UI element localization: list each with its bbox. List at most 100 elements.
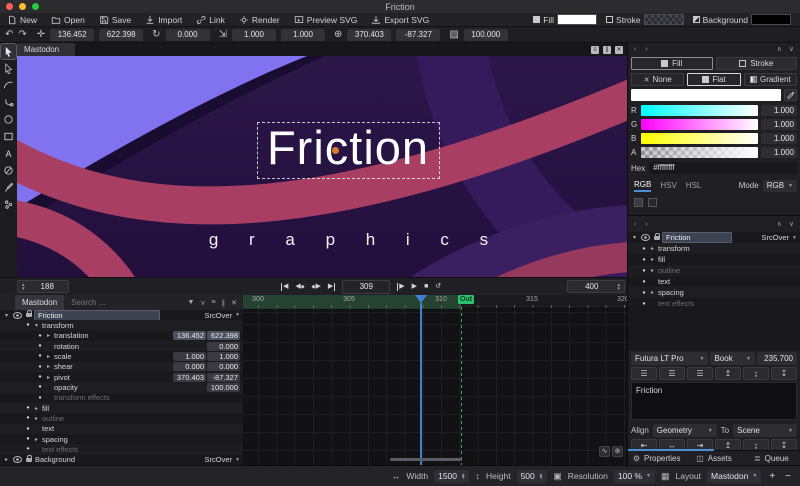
tree-row-transform-effects[interactable]: ● transform effects [0,393,243,403]
tree-row-transform[interactable]: ● ▾ transform [0,320,243,330]
pivot-point-marker[interactable] [332,147,339,154]
close-window-button[interactable] [6,3,13,10]
visibility-eye-icon[interactable] [13,456,22,463]
expand-icon[interactable]: ▸ [648,267,657,274]
tab-properties[interactable]: ⚙Properties [628,454,685,463]
timeline-ruler[interactable]: 300 305 310 315 320 [243,295,627,309]
play-button[interactable]: ▶ [412,283,417,291]
record-icon[interactable]: ● [36,343,44,349]
blend-mode-dropdown[interactable]: SrcOver▼ [762,233,797,242]
text-align-left-button[interactable]: ☰ [631,367,657,380]
collapse-icon[interactable]: ▾ [630,234,639,241]
record-icon[interactable]: ● [24,446,32,452]
blue-channel-slider[interactable] [641,133,758,144]
link-button[interactable]: Link [189,13,232,26]
current-color-swatch[interactable] [631,89,781,101]
text-valign-middle-button[interactable]: ↨ [743,367,769,380]
fill-tab[interactable]: Fill [631,57,713,70]
red-channel-slider[interactable] [641,105,758,116]
node-tool[interactable] [1,61,16,76]
sculpt-tool[interactable] [1,197,16,212]
blue-channel-value[interactable]: 1.000 [761,133,797,144]
keyframe-area[interactable]: 300 305 310 315 320 Out ∿ ⊕ [243,295,627,465]
lock-icon[interactable] [26,458,32,462]
frame-end-field[interactable]: 400 ▲▼ [567,280,625,293]
render-button[interactable]: Render [232,13,287,26]
keyframe-grid[interactable] [243,309,627,465]
alpha-channel-slider[interactable] [641,147,758,158]
close-icon[interactable]: ✕ [231,299,237,307]
record-icon[interactable]: ● [36,395,44,401]
save-button[interactable]: Save [92,13,138,26]
scale-y-field[interactable]: 1.000 [281,29,325,41]
font-size-field[interactable]: 235.700 [757,352,797,365]
zoom-icon[interactable]: ⊕ [612,446,623,457]
width-stepper[interactable]: ▲▼ [461,473,465,479]
text-content-field[interactable]: Friction [631,382,797,420]
record-icon[interactable]: ● [640,301,648,307]
collapse-up-icon[interactable]: ∧ [777,45,782,53]
eyedropper-button[interactable] [784,89,797,101]
value-field[interactable]: 1.000 [173,352,206,361]
color-bookmark-2[interactable] [648,198,657,207]
record-icon[interactable]: ● [36,384,44,390]
paint-tool[interactable] [1,180,16,195]
import-button[interactable]: Import [138,13,189,26]
play-from-start-button[interactable]: ▶ [397,283,404,291]
expand-icon[interactable]: ▸ [44,374,53,381]
playhead-marker[interactable] [415,295,427,303]
scene-height-field[interactable]: 500 ▲▼ [517,470,548,483]
record-icon[interactable]: ● [24,405,32,411]
expand-icon[interactable]: ▸ [648,289,657,296]
null-object-tool[interactable] [1,163,16,178]
fill-color-control[interactable]: Fill [533,14,597,25]
tree-row-text-effects[interactable]: ● text effects [628,298,800,309]
selection-box[interactable] [257,122,440,179]
hsv-mode-tab[interactable]: HSV [660,181,676,191]
record-icon[interactable]: ● [640,268,648,274]
value-field[interactable]: 1.000 [207,352,240,361]
playhead-line[interactable] [420,303,422,465]
expand-icon[interactable]: ▸ [32,405,41,412]
green-channel-value[interactable]: 1.000 [761,119,797,130]
value-field[interactable]: -87.327 [207,373,240,382]
frame-end-stepper[interactable]: ▲▼ [617,283,621,289]
stop-button[interactable]: ■ [424,283,428,291]
pivot-y-field[interactable]: -87.327 [396,29,440,41]
expand-icon[interactable]: ▸ [648,256,657,263]
select-tool[interactable] [1,44,16,59]
tree-row-friction[interactable]: ▾ Friction SrcOver▼ [628,232,800,243]
color-bookmark-1[interactable] [634,198,643,207]
next-keyframe-button[interactable]: ◆▶ [312,283,321,291]
record-icon[interactable]: ● [640,246,648,252]
tree-row-text[interactable]: ● text [628,276,800,287]
previous-keyframe-button[interactable]: ◀◆ [295,283,304,291]
menu-icon[interactable]: ≡ [212,299,216,307]
tree-row-spacing[interactable]: ● ▸ spacing [628,287,800,298]
sort-icon[interactable]: ⋎ [200,299,205,307]
rectangle-tool[interactable] [1,129,16,144]
timeline-tab-mastodon[interactable]: Mastodon [15,295,64,310]
tree-row-transform[interactable]: ● ▸ transform [628,243,800,254]
filter-icon[interactable]: ▼ [187,299,194,307]
value-field[interactable]: 0.000 [173,362,206,371]
resolution-dropdown[interactable]: 100 %▼ [614,470,655,483]
tree-row-outline[interactable]: ● ▸ outline [628,265,800,276]
forward-arrow-icon[interactable]: › [645,221,647,228]
rgb-mode-tab[interactable]: RGB [634,180,651,192]
collapse-icon[interactable]: ▾ [2,312,11,319]
new-button[interactable]: New [0,13,44,26]
forward-arrow-icon[interactable]: › [645,46,647,53]
panel-menu-icon[interactable]: ≡ [591,46,599,54]
scene-width-field[interactable]: 1500 ▲▼ [434,470,469,483]
tree-row-spacing[interactable]: ● ▸ spacing [0,434,243,444]
canvas-viewport[interactable]: Friction g r a p h i c s [17,56,627,277]
pivot-x-field[interactable]: 370.403 [347,29,391,41]
align-target-dropdown[interactable]: Scene▼ [733,424,797,437]
stroke-color-control[interactable]: Stroke [606,14,684,25]
jump-to-end-button[interactable]: ▶ [328,283,335,291]
remove-layout-button[interactable]: − [783,471,793,482]
jump-to-start-button[interactable]: ◀ [281,283,288,291]
stroke-color-swatch[interactable] [644,14,684,25]
layout-dropdown[interactable]: Mastodon▼ [707,470,761,483]
